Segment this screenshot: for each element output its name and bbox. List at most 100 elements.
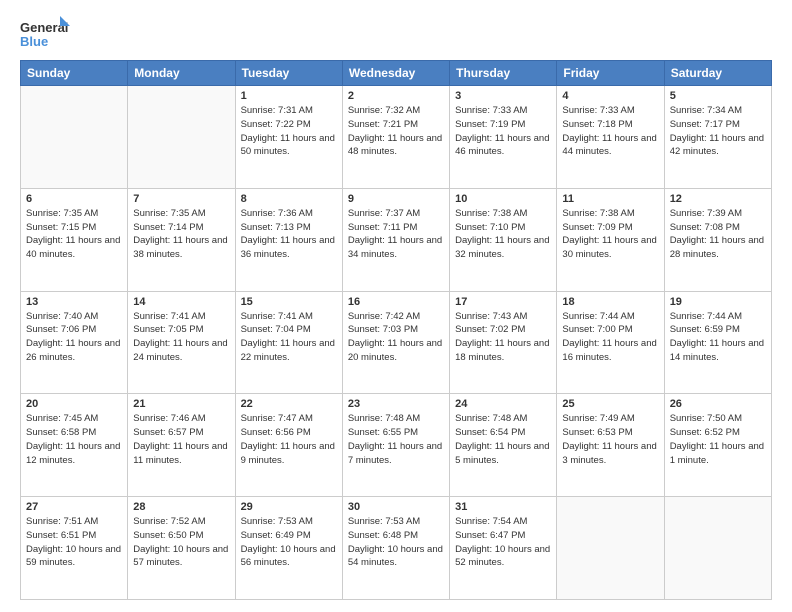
day-number: 5 xyxy=(670,90,766,102)
day-number: 11 xyxy=(562,193,658,205)
calendar-cell: 28 Sunrise: 7:52 AM Sunset: 6:50 PM Dayli… xyxy=(128,497,235,600)
calendar-cell: 8 Sunrise: 7:36 AM Sunset: 7:13 PM Daylig… xyxy=(235,188,342,291)
week-row-4: 20 Sunrise: 7:45 AM Sunset: 6:58 PM Dayli… xyxy=(21,394,772,497)
day-number: 15 xyxy=(241,296,337,308)
calendar-cell xyxy=(557,497,664,600)
day-number: 16 xyxy=(348,296,444,308)
calendar-cell: 5Sunrise: 7:34 AM Sunset: 7:17 PM Daylig… xyxy=(664,86,771,189)
calendar-cell: 30 Sunrise: 7:53 AM Sunset: 6:48 PM Dayli… xyxy=(342,497,449,600)
day-info: Sunrise: 7:31 AM Sunset: 7:22 PM Dayligh… xyxy=(241,104,337,159)
calendar-cell: 9 Sunrise: 7:37 AM Sunset: 7:11 PM Daylig… xyxy=(342,188,449,291)
day-number: 23 xyxy=(348,398,444,410)
calendar-cell: 10Sunrise: 7:38 AM Sunset: 7:10 PM Dayli… xyxy=(450,188,557,291)
day-info: Sunrise: 7:46 AM Sunset: 6:57 PM Dayligh… xyxy=(133,412,229,467)
calendar-cell: 29 Sunrise: 7:53 AM Sunset: 6:49 PM Dayli… xyxy=(235,497,342,600)
day-info: Sunrise: 7:40 AM Sunset: 7:06 PM Dayligh… xyxy=(26,310,122,365)
calendar-cell: 21 Sunrise: 7:46 AM Sunset: 6:57 PM Dayli… xyxy=(128,394,235,497)
calendar-cell: 18Sunrise: 7:44 AM Sunset: 7:00 PM Dayli… xyxy=(557,291,664,394)
day-info: Sunrise: 7:32 AM Sunset: 7:21 PM Dayligh… xyxy=(348,104,444,159)
calendar-cell: 25 Sunrise: 7:49 AM Sunset: 6:53 PM Dayli… xyxy=(557,394,664,497)
day-info: Sunrise: 7:53 AM Sunset: 6:48 PM Dayligh… xyxy=(348,515,444,570)
calendar-cell: 31 Sunrise: 7:54 AM Sunset: 6:47 PM Dayli… xyxy=(450,497,557,600)
calendar-cell: 20 Sunrise: 7:45 AM Sunset: 6:58 PM Dayli… xyxy=(21,394,128,497)
calendar-cell: 12 Sunrise: 7:39 AM Sunset: 7:08 PM Dayli… xyxy=(664,188,771,291)
calendar-table: SundayMondayTuesdayWednesdayThursdayFrid… xyxy=(20,60,772,600)
day-info: Sunrise: 7:41 AM Sunset: 7:05 PM Dayligh… xyxy=(133,310,229,365)
page: General Blue SundayMondayTuesdayWednesda… xyxy=(0,0,792,612)
day-info: Sunrise: 7:48 AM Sunset: 6:55 PM Dayligh… xyxy=(348,412,444,467)
calendar-cell: 26Sunrise: 7:50 AM Sunset: 6:52 PM Dayli… xyxy=(664,394,771,497)
day-number: 1 xyxy=(241,90,337,102)
calendar-cell: 24 Sunrise: 7:48 AM Sunset: 6:54 PM Dayli… xyxy=(450,394,557,497)
day-number: 29 xyxy=(241,501,337,513)
day-info: Sunrise: 7:35 AM Sunset: 7:15 PM Dayligh… xyxy=(26,207,122,262)
day-header-saturday: Saturday xyxy=(664,61,771,86)
day-number: 31 xyxy=(455,501,551,513)
day-info: Sunrise: 7:43 AM Sunset: 7:02 PM Dayligh… xyxy=(455,310,551,365)
calendar-cell xyxy=(21,86,128,189)
day-number: 28 xyxy=(133,501,229,513)
calendar-cell: 15 Sunrise: 7:41 AM Sunset: 7:04 PM Dayli… xyxy=(235,291,342,394)
day-header-wednesday: Wednesday xyxy=(342,61,449,86)
day-info: Sunrise: 7:44 AM Sunset: 6:59 PM Dayligh… xyxy=(670,310,766,365)
day-number: 25 xyxy=(562,398,658,410)
day-info: Sunrise: 7:33 AM Sunset: 7:18 PM Dayligh… xyxy=(562,104,658,159)
day-number: 17 xyxy=(455,296,551,308)
day-number: 26 xyxy=(670,398,766,410)
day-header-sunday: Sunday xyxy=(21,61,128,86)
day-info: Sunrise: 7:51 AM Sunset: 6:51 PM Dayligh… xyxy=(26,515,122,570)
day-info: Sunrise: 7:35 AM Sunset: 7:14 PM Dayligh… xyxy=(133,207,229,262)
calendar-cell: 13 Sunrise: 7:40 AM Sunset: 7:06 PM Dayli… xyxy=(21,291,128,394)
calendar-cell: 2Sunrise: 7:32 AM Sunset: 7:21 PM Daylig… xyxy=(342,86,449,189)
day-number: 7 xyxy=(133,193,229,205)
day-number: 4 xyxy=(562,90,658,102)
day-info: Sunrise: 7:49 AM Sunset: 6:53 PM Dayligh… xyxy=(562,412,658,467)
calendar-cell: 27 Sunrise: 7:51 AM Sunset: 6:51 PM Dayli… xyxy=(21,497,128,600)
calendar-cell: 17 Sunrise: 7:43 AM Sunset: 7:02 PM Dayli… xyxy=(450,291,557,394)
calendar-cell: 19 Sunrise: 7:44 AM Sunset: 6:59 PM Dayli… xyxy=(664,291,771,394)
calendar-cell: 11 Sunrise: 7:38 AM Sunset: 7:09 PM Dayli… xyxy=(557,188,664,291)
calendar-cell: 7 Sunrise: 7:35 AM Sunset: 7:14 PM Daylig… xyxy=(128,188,235,291)
day-info: Sunrise: 7:39 AM Sunset: 7:08 PM Dayligh… xyxy=(670,207,766,262)
header-row: SundayMondayTuesdayWednesdayThursdayFrid… xyxy=(21,61,772,86)
day-number: 14 xyxy=(133,296,229,308)
day-number: 6 xyxy=(26,193,122,205)
day-number: 20 xyxy=(26,398,122,410)
week-row-5: 27 Sunrise: 7:51 AM Sunset: 6:51 PM Dayli… xyxy=(21,497,772,600)
day-number: 10 xyxy=(455,193,551,205)
day-info: Sunrise: 7:54 AM Sunset: 6:47 PM Dayligh… xyxy=(455,515,551,570)
calendar-cell xyxy=(664,497,771,600)
day-info: Sunrise: 7:48 AM Sunset: 6:54 PM Dayligh… xyxy=(455,412,551,467)
calendar-cell: 4 Sunrise: 7:33 AM Sunset: 7:18 PM Daylig… xyxy=(557,86,664,189)
day-number: 13 xyxy=(26,296,122,308)
day-info: Sunrise: 7:36 AM Sunset: 7:13 PM Dayligh… xyxy=(241,207,337,262)
day-info: Sunrise: 7:47 AM Sunset: 6:56 PM Dayligh… xyxy=(241,412,337,467)
day-header-monday: Monday xyxy=(128,61,235,86)
day-number: 30 xyxy=(348,501,444,513)
day-info: Sunrise: 7:33 AM Sunset: 7:19 PM Dayligh… xyxy=(455,104,551,159)
day-info: Sunrise: 7:42 AM Sunset: 7:03 PM Dayligh… xyxy=(348,310,444,365)
day-number: 18 xyxy=(562,296,658,308)
day-info: Sunrise: 7:37 AM Sunset: 7:11 PM Dayligh… xyxy=(348,207,444,262)
day-info: Sunrise: 7:38 AM Sunset: 7:09 PM Dayligh… xyxy=(562,207,658,262)
svg-text:Blue: Blue xyxy=(20,34,48,49)
calendar-cell: 22Sunrise: 7:47 AM Sunset: 6:56 PM Dayli… xyxy=(235,394,342,497)
day-number: 21 xyxy=(133,398,229,410)
week-row-1: 1 Sunrise: 7:31 AM Sunset: 7:22 PM Daylig… xyxy=(21,86,772,189)
day-info: Sunrise: 7:41 AM Sunset: 7:04 PM Dayligh… xyxy=(241,310,337,365)
logo: General Blue xyxy=(20,16,70,52)
day-number: 19 xyxy=(670,296,766,308)
day-number: 9 xyxy=(348,193,444,205)
day-info: Sunrise: 7:52 AM Sunset: 6:50 PM Dayligh… xyxy=(133,515,229,570)
calendar-cell: 6 Sunrise: 7:35 AM Sunset: 7:15 PM Daylig… xyxy=(21,188,128,291)
day-header-friday: Friday xyxy=(557,61,664,86)
calendar-cell: 3 Sunrise: 7:33 AM Sunset: 7:19 PM Daylig… xyxy=(450,86,557,189)
day-number: 12 xyxy=(670,193,766,205)
day-info: Sunrise: 7:45 AM Sunset: 6:58 PM Dayligh… xyxy=(26,412,122,467)
day-number: 24 xyxy=(455,398,551,410)
day-info: Sunrise: 7:53 AM Sunset: 6:49 PM Dayligh… xyxy=(241,515,337,570)
day-number: 8 xyxy=(241,193,337,205)
day-header-thursday: Thursday xyxy=(450,61,557,86)
day-number: 27 xyxy=(26,501,122,513)
day-number: 3 xyxy=(455,90,551,102)
